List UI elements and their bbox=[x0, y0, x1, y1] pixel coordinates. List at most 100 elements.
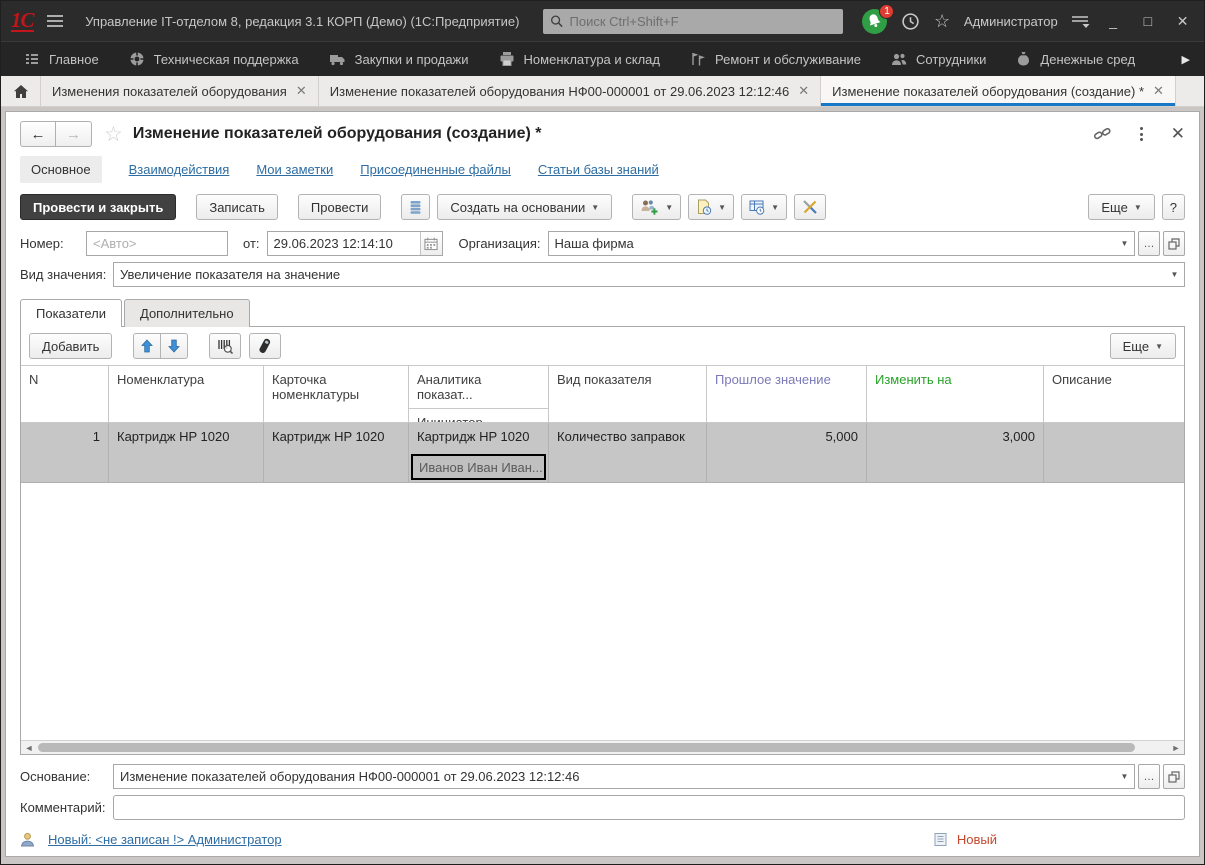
cell-nomenclature[interactable]: Картридж HP 1020 bbox=[109, 423, 264, 482]
cell-card[interactable]: Картридж HP 1020 bbox=[264, 423, 409, 482]
help-button[interactable]: ? bbox=[1162, 194, 1185, 220]
post-and-close-button[interactable]: Провести и закрыть bbox=[20, 194, 176, 220]
dropdown-icon[interactable]: ▼ bbox=[1115, 239, 1134, 248]
comment-input[interactable] bbox=[114, 800, 1184, 815]
main-menu-icon[interactable] bbox=[46, 8, 66, 34]
scroll-right-icon[interactable]: ► bbox=[1168, 743, 1184, 753]
global-search[interactable] bbox=[543, 9, 843, 34]
basis-choose-button[interactable]: … bbox=[1138, 764, 1160, 789]
scrollbar-thumb[interactable] bbox=[38, 743, 1135, 752]
organization-label: Организация: bbox=[459, 236, 541, 251]
date-input[interactable] bbox=[268, 236, 420, 251]
section-nomenclature-warehouse[interactable]: Номенклатура и склад bbox=[484, 42, 675, 76]
horizontal-scrollbar[interactable]: ◄ ► bbox=[21, 740, 1184, 754]
section-money[interactable]: Денежные сред bbox=[1001, 42, 1150, 76]
link-icon[interactable] bbox=[1093, 125, 1112, 143]
home-tab[interactable] bbox=[1, 76, 41, 106]
table-more-button[interactable]: Еще ▼ bbox=[1110, 333, 1176, 359]
cell-change-to[interactable]: 3,000 bbox=[867, 423, 1044, 482]
nav-kb-articles[interactable]: Статьи базы знаний bbox=[538, 162, 659, 177]
reports-button[interactable]: ▼ bbox=[741, 194, 787, 220]
cell-previous-value[interactable]: 5,000 bbox=[707, 423, 867, 482]
col-analytics[interactable]: Аналитика показат... bbox=[409, 366, 548, 409]
tab-document-saved[interactable]: Изменение показателей оборудования НФ00-… bbox=[319, 76, 821, 106]
tab-close-icon[interactable]: ✕ bbox=[1153, 83, 1164, 99]
tab-document-list[interactable]: Изменения показателей оборудования ✕ bbox=[41, 76, 319, 106]
close-form-icon[interactable]: ✕ bbox=[1171, 124, 1185, 144]
nav-main[interactable]: Основное bbox=[20, 156, 102, 183]
maximize-button[interactable]: □ bbox=[1136, 8, 1159, 34]
move-down-button[interactable] bbox=[161, 333, 188, 359]
col-description[interactable]: Описание bbox=[1044, 366, 1184, 422]
favorite-star-icon[interactable]: ☆ bbox=[104, 122, 123, 147]
sections-overflow-arrow[interactable]: ▶ bbox=[1176, 53, 1196, 66]
col-indicator-kind[interactable]: Вид показателя bbox=[549, 366, 707, 422]
organization-input[interactable] bbox=[549, 236, 1115, 251]
document-movements-button[interactable] bbox=[401, 194, 430, 220]
cell-indicator-kind[interactable]: Количество заправок bbox=[549, 423, 707, 482]
back-button[interactable]: ← bbox=[20, 121, 56, 147]
barcode-search-icon bbox=[217, 338, 233, 354]
number-input[interactable] bbox=[87, 236, 227, 251]
tab-document-new[interactable]: Изменение показателей оборудования (созд… bbox=[821, 76, 1176, 106]
col-initiator[interactable]: Инициатор измене... bbox=[409, 409, 548, 422]
forward-button[interactable]: → bbox=[56, 121, 92, 147]
create-based-on-button[interactable]: Создать на основании ▼ bbox=[437, 194, 612, 220]
notifications-button[interactable]: 1 bbox=[861, 8, 888, 35]
nav-interactions[interactable]: Взаимодействия bbox=[129, 162, 230, 177]
favorites-icon[interactable]: ☆ bbox=[932, 8, 952, 34]
organization-choose-button[interactable]: … bbox=[1138, 231, 1160, 256]
cell-analytics-initiator[interactable]: Картридж HP 1020 Иванов Иван Иван... bbox=[409, 423, 549, 482]
close-window-button[interactable]: ✕ bbox=[1171, 8, 1194, 34]
cell-initiator-focused[interactable]: Иванов Иван Иван... bbox=[411, 454, 546, 480]
more-actions-icon[interactable] bbox=[1140, 127, 1143, 141]
nav-my-notes[interactable]: Мои заметки bbox=[256, 162, 333, 177]
section-employees[interactable]: Сотрудники bbox=[876, 42, 1001, 76]
col-change-to[interactable]: Изменить на bbox=[867, 366, 1044, 422]
scanner-button[interactable] bbox=[249, 333, 281, 359]
col-card[interactable]: Карточка номенклатуры bbox=[264, 366, 409, 422]
post-button[interactable]: Провести bbox=[298, 194, 382, 220]
section-main[interactable]: Главное bbox=[9, 42, 114, 76]
history-icon[interactable] bbox=[900, 8, 920, 34]
basis-input[interactable] bbox=[114, 769, 1115, 784]
minimize-button[interactable]: _ bbox=[1102, 8, 1125, 34]
dropdown-icon[interactable]: ▼ bbox=[1165, 270, 1184, 279]
scrollbar-track[interactable] bbox=[37, 741, 1168, 754]
document-tasks-button[interactable]: ▼ bbox=[688, 194, 734, 220]
table-header: N Номенклатура Карточка номенклатуры Ана… bbox=[21, 365, 1184, 423]
tab-additional[interactable]: Дополнительно bbox=[124, 299, 250, 327]
nav-attached-files[interactable]: Присоединенные файлы bbox=[360, 162, 511, 177]
add-row-button[interactable]: Добавить bbox=[29, 333, 112, 359]
tools-button[interactable] bbox=[794, 194, 826, 220]
cell-analytics[interactable]: Картридж HP 1020 bbox=[409, 423, 548, 453]
col-analytics-initiator[interactable]: Аналитика показат... Инициатор измене... bbox=[409, 366, 549, 422]
scroll-left-icon[interactable]: ◄ bbox=[21, 743, 37, 753]
table-row[interactable]: 1 Картридж HP 1020 Картридж HP 1020 Карт… bbox=[21, 423, 1184, 483]
assign-responsible-button[interactable]: ▼ bbox=[632, 194, 681, 220]
col-nomenclature[interactable]: Номенклатура bbox=[109, 366, 264, 422]
tab-indicators[interactable]: Показатели bbox=[20, 299, 122, 327]
service-menu-icon[interactable] bbox=[1070, 8, 1090, 34]
cell-n[interactable]: 1 bbox=[21, 423, 109, 482]
save-button[interactable]: Записать bbox=[196, 194, 278, 220]
form-title: Изменение показателей оборудования (созд… bbox=[133, 125, 542, 143]
document-state-link[interactable]: Новый: <не записан !> Администратор bbox=[48, 832, 282, 847]
cell-description[interactable] bbox=[1044, 423, 1184, 482]
section-purchases-sales[interactable]: Закупки и продажи bbox=[314, 42, 484, 76]
col-n[interactable]: N bbox=[21, 366, 109, 422]
move-up-button[interactable] bbox=[133, 333, 161, 359]
organization-open-button[interactable] bbox=[1163, 231, 1185, 256]
tab-close-icon[interactable]: ✕ bbox=[798, 83, 809, 99]
barcode-search-button[interactable] bbox=[209, 333, 241, 359]
col-previous-value[interactable]: Прошлое значение bbox=[707, 366, 867, 422]
calendar-button[interactable] bbox=[420, 232, 442, 255]
basis-open-button[interactable] bbox=[1163, 764, 1185, 789]
value-kind-input[interactable] bbox=[114, 267, 1165, 282]
section-repair-service[interactable]: Ремонт и обслуживание bbox=[675, 42, 876, 76]
search-input[interactable] bbox=[570, 14, 837, 29]
tab-close-icon[interactable]: ✕ bbox=[296, 83, 307, 99]
dropdown-icon[interactable]: ▼ bbox=[1115, 772, 1134, 781]
more-button[interactable]: Еще ▼ bbox=[1088, 194, 1154, 220]
section-tech-support[interactable]: Техническая поддержка bbox=[114, 42, 314, 76]
